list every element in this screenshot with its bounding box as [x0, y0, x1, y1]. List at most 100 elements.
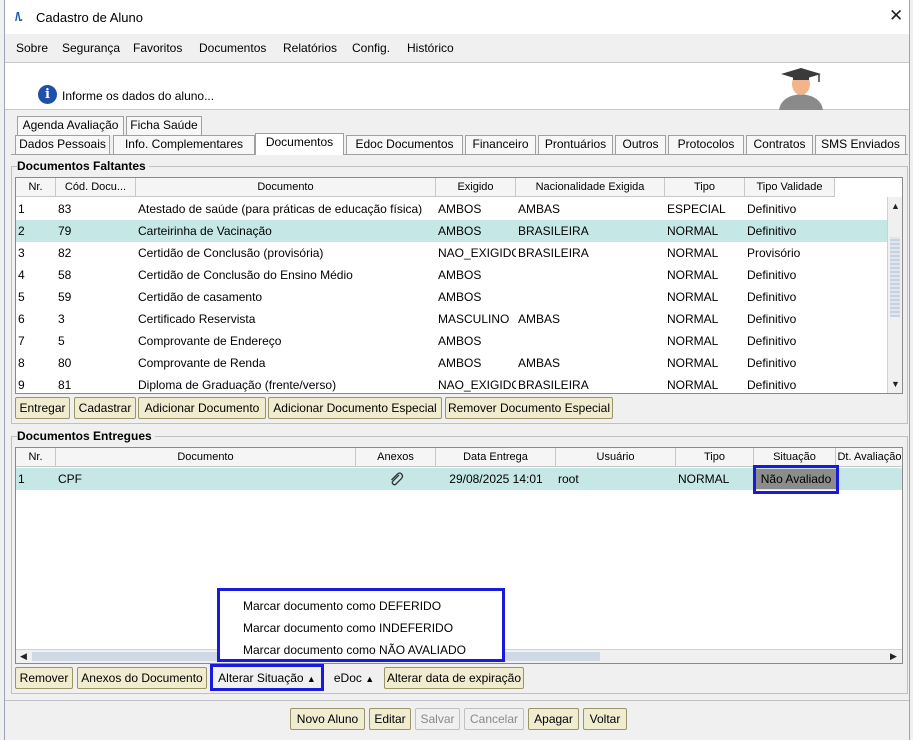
tab-documentos[interactable]: Documentos	[255, 133, 344, 155]
menu-documentos[interactable]: Documentos	[199, 41, 266, 55]
tab-prontuarios[interactable]: Prontuários	[538, 135, 613, 154]
cell-nr: 1	[18, 472, 25, 486]
faltantes-col-documento[interactable]: Documento	[136, 178, 436, 197]
table-row[interactable]: 2 79 Carteirinha de Vacinação AMBOS BRASILEI…	[16, 220, 887, 242]
cell-tipo-validade: Definitivo	[747, 268, 797, 282]
faltantes-col-nr[interactable]: Nr.	[16, 178, 56, 197]
edoc-button[interactable]: eDoc ▲	[327, 667, 381, 689]
novo-aluno-button[interactable]: Novo Aluno	[290, 708, 365, 730]
entregues-col-usuario[interactable]: Usuário	[556, 448, 676, 467]
table-row[interactable]: 8 80 Comprovante de Renda AMBOS AMBAS NORMAL D…	[16, 352, 887, 374]
cell-tipo-validade: Definitivo	[747, 378, 797, 392]
menu-item-nao-avaliado[interactable]: Marcar documento como NÃO AVALIADO	[243, 643, 466, 657]
adicionar-documento-button[interactable]: Adicionar Documento	[138, 397, 266, 419]
cell-nacionalidade: AMBAS	[518, 356, 561, 370]
cell-tipo-validade: Definitivo	[747, 312, 797, 326]
menu-config[interactable]: Config.	[352, 41, 390, 55]
table-row[interactable]: 5 59 Certidão de casamento AMBOS NORMAL Defin…	[16, 286, 887, 308]
menu-historico[interactable]: Histórico	[407, 41, 454, 55]
entregues-col-dt-avaliacao[interactable]: Dt. Avaliação	[836, 448, 902, 467]
table-row[interactable]: 1 83 Atestado de saúde (para práticas de e…	[16, 198, 887, 220]
menu-favoritos[interactable]: Favoritos	[133, 41, 182, 55]
table-row[interactable]: 9 81 Diploma de Graduação (frente/verso) NA…	[16, 374, 887, 393]
cell-documento: Certidão de Conclusão do Ensino Médio	[138, 268, 353, 282]
faltantes-col-exigido[interactable]: Exigido	[436, 178, 516, 197]
adicionar-documento-especial-label: Adicionar Documento Especial	[273, 401, 437, 415]
entregues-col-data[interactable]: Data Entrega	[436, 448, 556, 467]
adicionar-documento-especial-button[interactable]: Adicionar Documento Especial	[268, 397, 442, 419]
tab-ficha-saude[interactable]: Ficha Saúde	[126, 116, 202, 135]
anexos-documento-button[interactable]: Anexos do Documento	[77, 667, 207, 689]
cell-tipo-validade: Definitivo	[747, 290, 797, 304]
faltantes-col-cod[interactable]: Cód. Docu...	[56, 178, 136, 197]
main-window: /\. Cadastro de Aluno ✕ Sobre Segurança …	[4, 0, 910, 740]
window-title: Cadastro de Aluno	[36, 10, 143, 25]
cell-tipo: NORMAL	[667, 334, 719, 348]
tab-financeiro[interactable]: Financeiro	[465, 135, 536, 154]
tab-dados-pessoais[interactable]: Dados Pessoais	[15, 135, 110, 154]
scroll-down-icon[interactable]: ▼	[891, 379, 900, 389]
tab-protocolos[interactable]: Protocolos	[668, 135, 744, 154]
faltantes-table: Nr. Cód. Docu... Documento Exigido Nacio…	[15, 177, 903, 394]
tab-info-complementares[interactable]: Info. Complementares	[113, 135, 255, 154]
menu-item-indeferido[interactable]: Marcar documento como INDEFERIDO	[243, 621, 453, 635]
tab-outros[interactable]: Outros	[615, 135, 666, 154]
close-icon[interactable]: ✕	[889, 6, 903, 26]
cell-documento: Certificado Reservista	[138, 312, 256, 326]
cadastrar-button[interactable]: Cadastrar	[74, 397, 136, 419]
faltantes-col-nacionalidade[interactable]: Nacionalidade Exigida	[516, 178, 665, 197]
salvar-label: Salvar	[420, 712, 455, 726]
tab-edoc-documentos[interactable]: Edoc Documentos	[346, 135, 463, 154]
editar-button[interactable]: Editar	[369, 708, 411, 730]
cell-documento: Atestado de saúde (para práticas de educ…	[138, 202, 423, 216]
cancelar-button[interactable]: Cancelar	[464, 708, 524, 730]
menu-seguranca[interactable]: Segurança	[62, 41, 120, 55]
entregues-col-anexos[interactable]: Anexos	[356, 448, 436, 467]
table-row[interactable]: 3 82 Certidão de Conclusão (provisória) NAO…	[16, 242, 887, 264]
table-row[interactable]: 4 58 Certidão de Conclusão do Ensino Médio…	[16, 264, 887, 286]
entregues-col-documento[interactable]: Documento	[56, 448, 356, 467]
cell-exigido: MASCULINO	[438, 312, 510, 326]
faltantes-vscroll-thumb[interactable]	[890, 237, 900, 317]
entregues-col-tipo[interactable]: Tipo	[676, 448, 754, 467]
tab-agenda-avaliacao[interactable]: Agenda Avaliação	[17, 116, 124, 135]
faltantes-col-tipo-validade[interactable]: Tipo Validade	[745, 178, 835, 197]
entregues-col-nr[interactable]: Nr.	[16, 448, 56, 467]
cell-cod: 59	[58, 290, 72, 304]
cell-nr: 4	[18, 268, 25, 282]
faltantes-col-tipo[interactable]: Tipo	[665, 178, 745, 197]
scroll-up-icon[interactable]: ▲	[891, 201, 900, 211]
cell-exigido: NAO_EXIGIDO	[438, 378, 516, 392]
remover-documento-especial-button[interactable]: Remover Documento Especial	[445, 397, 613, 419]
scroll-right-icon[interactable]: ▶	[890, 651, 897, 662]
table-row[interactable]: 7 5 Comprovante de Endereço AMBOS NORMAL Defi…	[16, 330, 887, 352]
tab-sms-enviados[interactable]: SMS Enviados	[815, 135, 906, 154]
cell-nacionalidade: AMBAS	[518, 202, 561, 216]
faltantes-title: Documentos Faltantes	[17, 159, 149, 173]
tab-contratos[interactable]: Contratos	[746, 135, 813, 154]
menu-relatorios[interactable]: Relatórios	[283, 41, 337, 55]
cell-tipo: NORMAL	[667, 246, 719, 260]
remover-button[interactable]: Remover	[15, 667, 73, 689]
cell-nr: 2	[18, 224, 25, 238]
entregar-button[interactable]: Entregar	[15, 397, 70, 419]
cell-tipo-validade: Provisório	[747, 246, 801, 260]
app-logo-icon: /\.	[15, 10, 23, 24]
menu-sobre[interactable]: Sobre	[16, 41, 48, 55]
salvar-button[interactable]: Salvar	[415, 708, 460, 730]
info-panel: i Informe os dados do aluno...	[5, 62, 909, 110]
title-bar: /\. Cadastro de Aluno ✕	[5, 0, 909, 34]
cell-nacionalidade: BRASILEIRA	[518, 246, 589, 260]
paperclip-icon[interactable]	[356, 468, 436, 490]
table-row[interactable]: 6 3 Certificado Reservista MASCULINO AMBAS NO…	[16, 308, 887, 330]
alterar-data-expiracao-button[interactable]: Alterar data de expiração	[384, 667, 524, 689]
edoc-label: eDoc	[333, 671, 362, 685]
apagar-button[interactable]: Apagar	[528, 708, 579, 730]
scroll-left-icon[interactable]: ◀	[20, 651, 27, 662]
cell-tipo-validade: Definitivo	[747, 356, 797, 370]
menu-bar: Sobre Segurança Favoritos Documentos Rel…	[5, 34, 909, 62]
faltantes-vscroll[interactable]: ▲ ▼	[887, 197, 902, 393]
cell-tipo: NORMAL	[667, 356, 719, 370]
menu-item-deferido[interactable]: Marcar documento como DEFERIDO	[243, 599, 441, 613]
voltar-button[interactable]: Voltar	[583, 708, 627, 730]
